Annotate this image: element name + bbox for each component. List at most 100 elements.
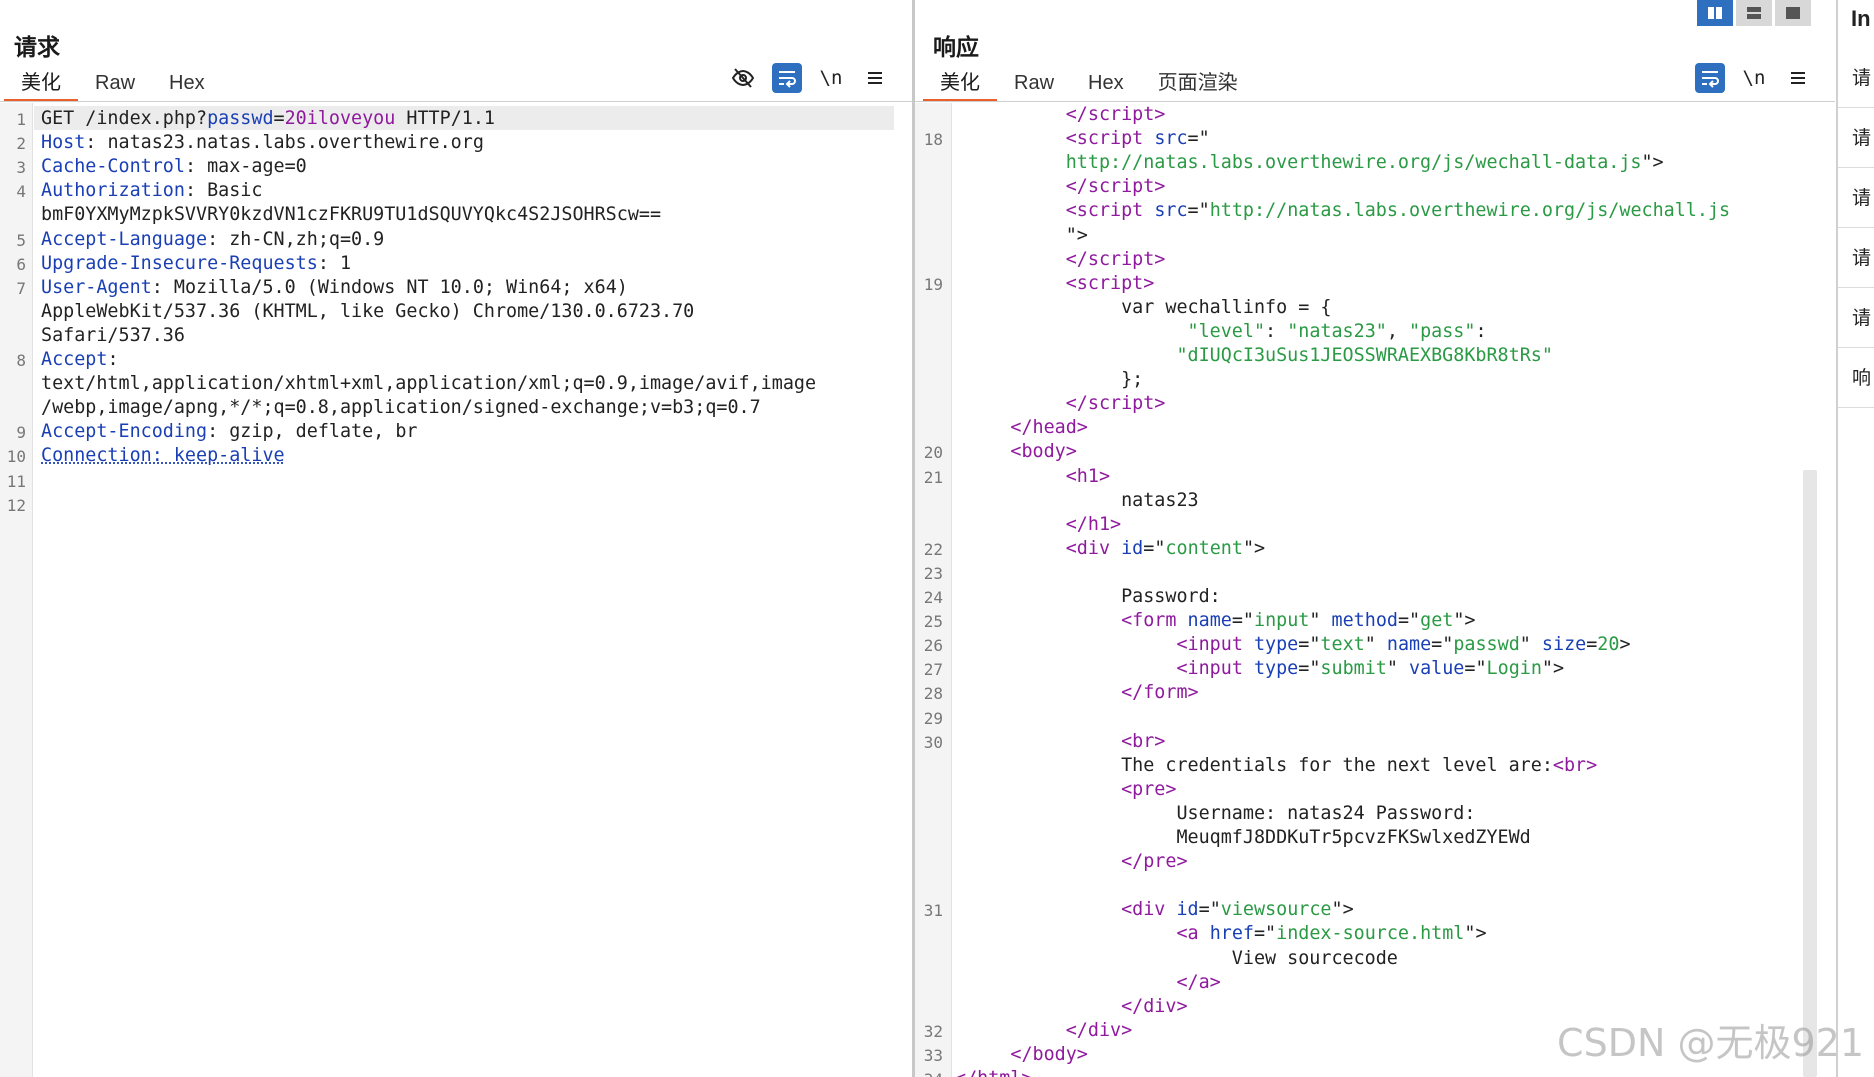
code-line: </div> — [1121, 995, 1188, 1017]
request-tab-raw[interactable]: Raw — [78, 66, 152, 100]
line-number: 4 — [16, 182, 26, 202]
code-line: </html> — [955, 1067, 1033, 1077]
code-line: <br> — [1121, 730, 1166, 752]
inspector-item[interactable]: 请 — [1838, 110, 1874, 168]
layout-switcher — [1697, 0, 1811, 26]
code-line: Accept: — [41, 349, 119, 370]
request-toolbar: \n — [728, 63, 890, 93]
line-number: 3 — [16, 158, 26, 178]
code-line: "> — [955, 224, 1088, 246]
response-scrollbar[interactable] — [1803, 470, 1817, 1077]
code-line: <pre> — [1121, 778, 1177, 800]
code-line: Host: natas23.natas.labs.overthewire.org — [41, 132, 484, 154]
code-line: </head> — [1010, 417, 1088, 439]
newline-toggle[interactable]: \n — [816, 63, 846, 93]
code-line: natas23 — [955, 489, 1199, 511]
code-line: </script> — [1065, 248, 1166, 270]
code-line: AppleWebKit/537.36 (KHTML, like Gecko) C… — [41, 300, 695, 322]
code-line: <input type="submit" value="Login"> — [1176, 658, 1565, 680]
code-line: The credentials for the next level are:<… — [955, 754, 1598, 776]
request-title: 请求 — [14, 34, 60, 60]
code-line: Username: natas24 Password: — [955, 802, 1476, 824]
code-line: <a href="index-source.html"> — [1176, 923, 1487, 945]
request-tab-hex[interactable]: Hex — [152, 66, 222, 100]
request-tab-pretty[interactable]: 美化 — [4, 66, 78, 102]
code-line: </pre> — [1121, 851, 1188, 873]
line-number: 29 — [923, 708, 943, 728]
request-editor[interactable]: GET /index.php?passwd=20iloveyou HTTP/1.… — [0, 103, 912, 1077]
line-number: 26 — [923, 636, 943, 656]
request-pane: 请求 美化 Raw Hex \n GET /index.php?passwd=2… — [0, 0, 912, 1077]
newline-toggle[interactable]: \n — [1739, 63, 1769, 93]
code-line: }; — [955, 369, 1144, 391]
code-line: User-Agent: Mozilla/5.0 (Windows NT 10.0… — [41, 276, 628, 298]
inspector-item[interactable]: 请 — [1838, 170, 1874, 228]
hide-eye-icon[interactable] — [728, 63, 758, 93]
code-line: Accept-Encoding: gzip, deflate, br — [41, 421, 418, 443]
response-tab-raw[interactable]: Raw — [997, 66, 1071, 100]
line-number: 5 — [16, 230, 26, 250]
code-line: MeuqmfJ8DDKuTr5pcvzFKSwlxedZYEWd — [955, 827, 1531, 848]
word-wrap-icon[interactable] — [1695, 63, 1725, 93]
code-line: </script> — [1065, 176, 1166, 198]
line-number: 30 — [923, 732, 943, 752]
menu-icon[interactable] — [860, 63, 890, 93]
code-line: <script src=" — [1065, 128, 1210, 150]
response-tab-render[interactable]: 页面渲染 — [1141, 66, 1255, 100]
inspector-item[interactable]: 请 — [1838, 50, 1874, 108]
response-editor[interactable]: </script> <script src=" http://natas.lab… — [915, 103, 1835, 1077]
layout-stack-icon[interactable] — [1736, 0, 1772, 26]
line-number: 23 — [923, 563, 943, 583]
code-line: GET /index.php?passwd=20iloveyou HTTP/1.… — [41, 108, 495, 129]
response-tab-pretty[interactable]: 美化 — [923, 66, 997, 102]
response-tab-hex[interactable]: Hex — [1071, 66, 1141, 100]
response-tab-divider — [915, 101, 1835, 102]
layout-split-icon[interactable] — [1697, 0, 1733, 26]
line-number: 21 — [923, 467, 943, 487]
code-line: </form> — [1121, 682, 1199, 704]
line-number: 9 — [16, 423, 26, 443]
response-toolbar: \n — [1695, 63, 1813, 93]
line-number: 28 — [923, 684, 943, 704]
line-number: 10 — [6, 447, 26, 467]
request-tab-divider — [0, 101, 912, 102]
line-number: 24 — [923, 588, 943, 607]
line-number: 2 — [16, 134, 26, 154]
code-line: <div id="content"> — [1065, 537, 1266, 559]
code-line: Password: — [955, 586, 1221, 607]
code-line: <form name="input" method="get"> — [1121, 610, 1476, 632]
code-line: </h1> — [1065, 513, 1122, 535]
layout-single-icon[interactable] — [1775, 0, 1811, 26]
code-line: View sourcecode — [955, 947, 1398, 969]
code-line: <div id="viewsource"> — [1121, 899, 1354, 921]
menu-icon[interactable] — [1783, 63, 1813, 93]
line-number: 11 — [6, 471, 26, 491]
response-tabs: 美化 Raw Hex 页面渲染 — [923, 66, 1255, 102]
code-line: /webp,image/apng,*/*;q=0.8,application/s… — [41, 397, 761, 419]
code-line: </a> — [1176, 971, 1221, 993]
word-wrap-icon[interactable] — [772, 63, 802, 93]
line-number: 33 — [923, 1045, 943, 1065]
inspector-item[interactable]: 请 — [1838, 290, 1874, 348]
inspector-side-panel: In 请请请请请响 — [1836, 0, 1874, 1077]
response-pane: 响应 美化 Raw Hex 页面渲染 \n </script> <script … — [915, 0, 1835, 1077]
inspector-item[interactable]: 请 — [1838, 230, 1874, 288]
code-line: <input type="text" name="passwd" size=20… — [1176, 634, 1631, 656]
code-line: </body> — [1010, 1043, 1088, 1065]
line-number: 6 — [16, 254, 26, 274]
request-tabs: 美化 Raw Hex — [4, 66, 222, 102]
line-number: 1 — [16, 110, 26, 129]
code-line: http://natas.labs.overthewire.org/js/wec… — [1065, 152, 1664, 174]
line-number: 8 — [16, 351, 26, 370]
code-line: Upgrade-Insecure-Requests: 1 — [41, 252, 352, 274]
inspector-item[interactable]: 响 — [1838, 350, 1874, 408]
code-line: "level": "natas23", "pass": — [1187, 320, 1487, 342]
line-number: 22 — [923, 539, 943, 559]
code-line: </script> — [1065, 393, 1166, 415]
code-line: Cache-Control: max-age=0 — [41, 156, 307, 178]
code-line: Authorization: Basic — [41, 180, 263, 202]
line-number: 7 — [16, 278, 26, 298]
code-line: </script> — [1065, 104, 1166, 125]
line-number: 18 — [923, 130, 943, 150]
code-line: <script src="http://natas.labs.overthewi… — [1065, 200, 1731, 222]
